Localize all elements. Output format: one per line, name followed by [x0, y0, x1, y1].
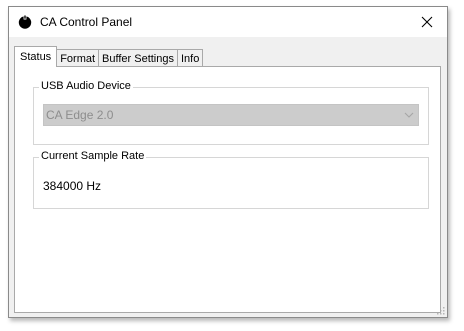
sample-rate-label: Current Sample Rate [39, 150, 147, 162]
sample-rate-value: 384000 Hz [43, 179, 102, 193]
window-title: CA Control Panel [40, 15, 133, 29]
status-tab-panel: USB Audio Device CA Edge 2.0 Current Sam… [14, 66, 441, 313]
sample-rate-group: Current Sample Rate 384000 Hz [33, 150, 429, 209]
app-circle-icon [18, 15, 32, 29]
usb-device-value: CA Edge 2.0 [46, 108, 114, 122]
close-button[interactable] [407, 7, 447, 37]
usb-audio-device-group: USB Audio Device CA Edge 2.0 [33, 80, 429, 145]
tab-buffer-settings[interactable]: Buffer Settings [98, 49, 178, 67]
tab-format[interactable]: Format [56, 49, 100, 67]
tab-info[interactable]: Info [176, 49, 204, 67]
chevron-down-icon [404, 112, 414, 118]
usb-audio-device-label: USB Audio Device [39, 80, 133, 92]
title-bar[interactable]: CA Control Panel [9, 7, 447, 37]
control-panel-window: CA Control Panel Status Format Buffer Se… [8, 6, 448, 318]
close-icon [421, 16, 433, 28]
tab-status[interactable]: Status [14, 46, 58, 67]
usb-device-select[interactable]: CA Edge 2.0 [43, 104, 419, 126]
tab-strip: Status Format Buffer Settings Info [14, 45, 204, 67]
